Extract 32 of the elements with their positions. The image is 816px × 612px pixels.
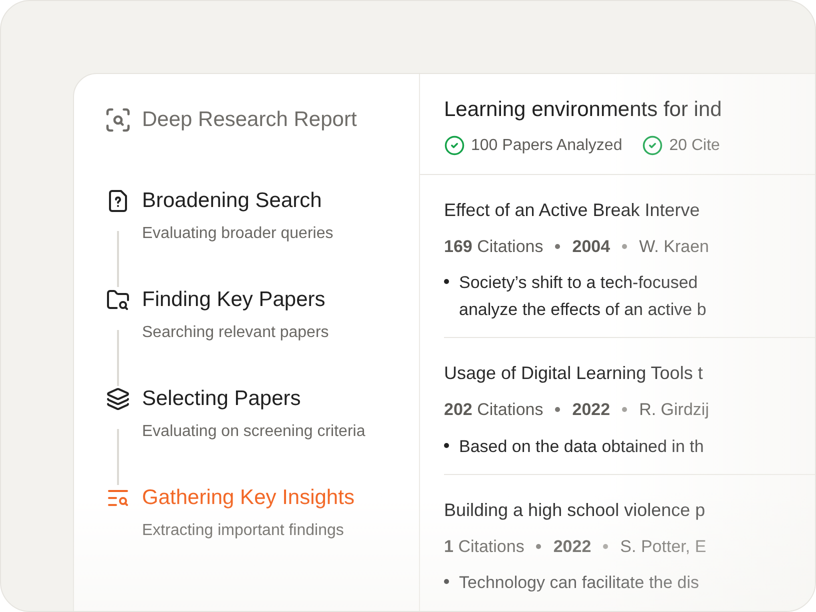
citation-count: 169 Citations [444, 236, 544, 258]
check-circle-icon [444, 135, 465, 156]
finding-text: Technology can facilitate the dis [459, 572, 700, 594]
step-subtitle: Extracting important findings [142, 520, 345, 540]
result-title: Learning environments for ind [444, 97, 723, 123]
paper-title[interactable]: Effect of an Active Break Interve [444, 196, 815, 224]
step-subtitle: Searching relevant papers [142, 322, 329, 342]
report-title: Deep Research Report [142, 107, 357, 133]
paper-authors: S. Potter, E [620, 536, 706, 558]
citation-count: 1 Citations [444, 536, 524, 558]
step-subtitle: Evaluating on screening criteria [142, 422, 366, 442]
step-title[interactable]: Finding Key Papers [142, 286, 329, 312]
citation-count: 202 Citations [444, 399, 544, 421]
finding-text: Based on the data obtained in th [459, 436, 704, 458]
paper-authors: R. Girdzij [639, 399, 709, 421]
paper-year: 2004 [572, 236, 610, 258]
paper-title[interactable]: Usage of Digital Learning Tools t [444, 360, 815, 387]
layers-icon [106, 386, 130, 410]
step-subtitle: Evaluating broader queries [142, 224, 334, 244]
paper-title[interactable]: Building a high school violence p [444, 496, 815, 524]
document-question-icon [106, 188, 130, 212]
check-circle-icon [642, 135, 664, 156]
step-title[interactable]: Selecting Papers [142, 386, 366, 412]
stat-label: 100 Papers Analyzed [471, 136, 622, 156]
folder-search-icon [106, 288, 130, 312]
finding-text: Society’s shift to a tech-focused analyze the effects of an active b [459, 272, 706, 321]
paper-year: 2022 [572, 399, 610, 421]
paper-authors: W. Kraen [639, 236, 709, 258]
paper-year: 2022 [553, 536, 592, 558]
step-title[interactable]: Broadening Search [142, 188, 334, 214]
stat-label: 20 Cite [669, 136, 720, 156]
scan-search-icon [104, 106, 132, 134]
